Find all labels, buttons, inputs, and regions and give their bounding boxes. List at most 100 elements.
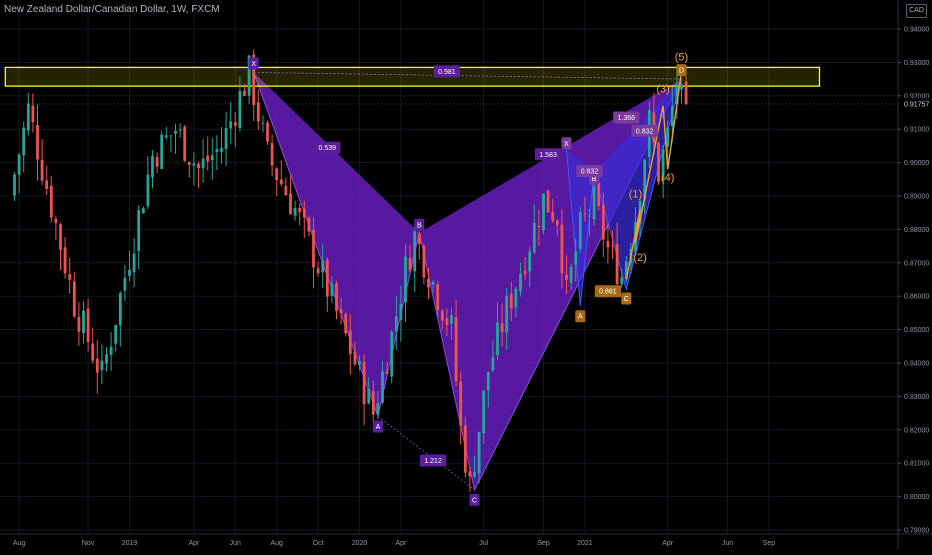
time-tick-label: 2021 xyxy=(577,540,593,547)
candle-body xyxy=(611,245,614,247)
candle-body xyxy=(486,371,490,391)
candle-body xyxy=(151,156,154,178)
candle-body xyxy=(496,322,499,356)
price-tick-label: 0.83000 xyxy=(904,394,929,401)
candle-body xyxy=(592,186,596,220)
candle-body xyxy=(560,224,564,274)
candle-body xyxy=(105,354,108,364)
candle-body xyxy=(91,343,95,361)
candle-body xyxy=(597,182,601,207)
candle-body xyxy=(680,84,683,90)
candle-body xyxy=(482,390,486,434)
candle-body xyxy=(537,226,541,228)
time-tick-label: Jul xyxy=(479,540,488,547)
candle-body xyxy=(491,357,495,371)
candle-body xyxy=(36,125,39,160)
candle-body xyxy=(321,260,325,273)
candle-body xyxy=(532,222,536,253)
candle-body xyxy=(229,121,233,129)
candle-body xyxy=(160,134,164,170)
currency-badge[interactable]: CAD xyxy=(906,4,927,18)
candle-body xyxy=(178,129,182,131)
candle-body xyxy=(588,215,591,217)
candle-body xyxy=(233,122,237,126)
candle-body xyxy=(82,310,85,333)
candle-body xyxy=(404,256,407,303)
candle-body xyxy=(606,240,610,248)
pattern-ratio: 1.583 xyxy=(539,152,557,159)
candle-body xyxy=(371,391,375,415)
candle-body xyxy=(555,220,559,226)
candle-body xyxy=(243,90,246,96)
candle-body xyxy=(362,361,366,405)
candle-body xyxy=(390,331,394,377)
zone-ratio: 0.981 xyxy=(438,69,456,76)
symbol-title: New Zealand Dollar/Canadian Dollar, 1W, … xyxy=(4,4,220,15)
candle-body xyxy=(238,91,242,128)
candle-body xyxy=(583,213,587,215)
pattern2-point-d: D xyxy=(679,68,684,75)
price-tick-label: 0.79000 xyxy=(904,528,929,535)
pattern2-ratio: 1.366 xyxy=(618,115,636,122)
candle-body xyxy=(312,230,315,268)
candle-body xyxy=(54,218,58,224)
candle-body xyxy=(450,315,453,324)
candle-body xyxy=(657,142,660,182)
candlestick-chart[interactable]: (1) (2) (3) (4) (5) X A B C 0.539 1.212 1.583 0.981… xyxy=(0,0,932,550)
candle-body xyxy=(284,186,288,196)
price-tick-label: 0.85000 xyxy=(904,327,929,334)
candle-body xyxy=(454,316,458,381)
chart-area[interactable]: (1) (2) (3) (4) (5) X A B C 0.539 1.212 1.583 0.981… xyxy=(0,0,932,550)
candle-body xyxy=(224,128,228,149)
candle-body xyxy=(174,130,177,134)
candle-body xyxy=(201,158,205,169)
candle-body xyxy=(519,273,522,292)
candle-body xyxy=(500,323,504,332)
candle-body xyxy=(63,247,67,274)
candle-body xyxy=(376,403,380,415)
candle-body xyxy=(353,351,357,365)
candle-body xyxy=(670,106,674,127)
pattern-ratio: 0.539 xyxy=(319,145,337,152)
candle-body xyxy=(413,231,417,272)
candle-body xyxy=(155,157,159,167)
price-tick-label: 0.90000 xyxy=(904,160,929,167)
candle-body xyxy=(684,81,688,104)
candle-body xyxy=(459,381,463,426)
candle-body xyxy=(49,185,53,218)
candle-body xyxy=(473,471,476,477)
candle-body xyxy=(445,318,449,325)
price-tick-label: 0.81000 xyxy=(904,461,929,468)
candle-body xyxy=(86,308,90,342)
candle-body xyxy=(298,208,302,212)
time-tick-label: 2020 xyxy=(352,540,368,547)
candle-body xyxy=(72,281,76,317)
price-tick-label: 0.86000 xyxy=(904,294,929,301)
candle-body xyxy=(59,224,62,250)
candle-body xyxy=(431,281,435,285)
candle-body xyxy=(574,251,578,265)
candle-body xyxy=(468,471,472,477)
candle-body xyxy=(132,253,136,273)
wave-label: (4) xyxy=(661,172,674,184)
candle-body xyxy=(523,270,527,275)
candle-body xyxy=(330,283,334,296)
candle-body xyxy=(385,371,389,374)
pattern2-ratio: 0.861 xyxy=(599,289,617,296)
candle-body xyxy=(542,193,545,231)
pattern2-ratio: 0.832 xyxy=(581,168,599,175)
prz-box xyxy=(4,66,821,87)
time-tick-label: Aug xyxy=(270,540,283,547)
pattern-point-b: B xyxy=(417,222,422,229)
price-tick-label: 0.91000 xyxy=(904,127,929,134)
time-tick-label: Apr xyxy=(662,540,674,547)
price-tick-label: 0.88000 xyxy=(904,227,929,234)
candle-body xyxy=(256,102,260,122)
candle-body xyxy=(348,330,352,355)
candle-body xyxy=(220,148,223,152)
wave-label: (1) xyxy=(629,189,642,201)
candle-body xyxy=(183,126,187,161)
candle-body xyxy=(546,190,550,213)
candle-body xyxy=(123,277,127,291)
candle-body xyxy=(45,180,49,189)
